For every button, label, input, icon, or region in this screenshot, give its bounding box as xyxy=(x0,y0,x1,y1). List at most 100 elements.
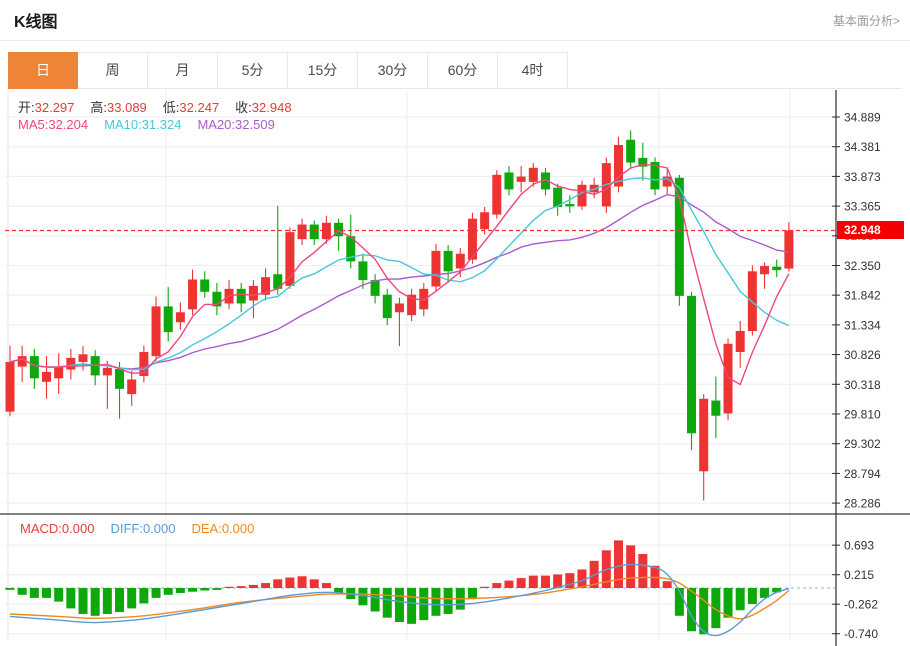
candle[interactable] xyxy=(358,261,367,280)
macd-hist-bar[interactable] xyxy=(748,588,757,604)
macd-hist-bar[interactable] xyxy=(663,581,672,588)
candle[interactable] xyxy=(748,271,757,331)
macd-hist-bar[interactable] xyxy=(79,588,88,614)
candle[interactable] xyxy=(164,306,173,332)
macd-hist-bar[interactable] xyxy=(139,588,148,603)
macd-hist-bar[interactable] xyxy=(310,579,319,588)
tab-month[interactable]: 月 xyxy=(148,52,218,89)
macd-hist-bar[interactable] xyxy=(504,581,513,588)
candle[interactable] xyxy=(188,279,197,309)
candle[interactable] xyxy=(127,379,136,394)
candle[interactable] xyxy=(504,172,513,189)
tab-30min[interactable]: 30分 xyxy=(358,52,428,89)
macd-hist-bar[interactable] xyxy=(444,588,453,614)
candle[interactable] xyxy=(626,140,635,163)
candle[interactable] xyxy=(699,399,708,472)
macd-hist-bar[interactable] xyxy=(492,583,501,588)
candle[interactable] xyxy=(152,306,161,356)
tab-4hour[interactable]: 4时 xyxy=(498,52,568,89)
candle[interactable] xyxy=(42,372,51,382)
candle[interactable] xyxy=(79,354,88,362)
macd-hist-bar[interactable] xyxy=(285,577,294,588)
candle[interactable] xyxy=(565,204,574,206)
candle[interactable] xyxy=(310,225,319,240)
macd-hist-bar[interactable] xyxy=(127,588,136,608)
low-value: 32.247 xyxy=(179,100,219,115)
candle[interactable] xyxy=(103,368,112,376)
macd-hist-bar[interactable] xyxy=(407,588,416,624)
candle[interactable] xyxy=(687,296,696,433)
macd-hist-bar[interactable] xyxy=(261,583,270,588)
macd-hist-bar[interactable] xyxy=(626,545,635,588)
macd-hist-bar[interactable] xyxy=(54,588,63,602)
macd-hist-bar[interactable] xyxy=(553,574,562,588)
macd-hist-bar[interactable] xyxy=(103,588,112,614)
candle[interactable] xyxy=(66,358,75,370)
candle[interactable] xyxy=(772,267,781,271)
candle[interactable] xyxy=(54,367,63,379)
macd-hist-bar[interactable] xyxy=(736,588,745,610)
candle[interactable] xyxy=(456,254,465,269)
candle[interactable] xyxy=(200,279,209,291)
macd-hist-bar[interactable] xyxy=(237,586,246,588)
candle[interactable] xyxy=(6,362,15,412)
macd-hist-bar[interactable] xyxy=(638,554,647,588)
candle[interactable] xyxy=(431,251,440,287)
tab-15min[interactable]: 15分 xyxy=(288,52,358,89)
candle[interactable] xyxy=(517,177,526,182)
macd-hist-bar[interactable] xyxy=(322,583,331,588)
ma10-value: 31.324 xyxy=(142,117,182,132)
candle[interactable] xyxy=(529,168,538,182)
macd-hist-bar[interactable] xyxy=(529,576,538,588)
candle[interactable] xyxy=(480,212,489,229)
candle[interactable] xyxy=(115,369,124,389)
tab-60min[interactable]: 60分 xyxy=(428,52,498,89)
macd-hist-bar[interactable] xyxy=(358,588,367,605)
macd-hist-bar[interactable] xyxy=(176,588,185,593)
macd-hist-bar[interactable] xyxy=(371,588,380,611)
macd-hist-bar[interactable] xyxy=(480,587,489,588)
macd-hist-bar[interactable] xyxy=(42,588,51,598)
candle[interactable] xyxy=(395,303,404,312)
macd-hist-bar[interactable] xyxy=(200,588,209,590)
macd-hist-bar[interactable] xyxy=(152,588,161,598)
candle[interactable] xyxy=(784,230,793,268)
macd-hist-bar[interactable] xyxy=(724,588,733,618)
macd-hist-bar[interactable] xyxy=(18,588,27,595)
macd-hist-bar[interactable] xyxy=(91,588,100,616)
candle[interactable] xyxy=(237,289,246,304)
candle[interactable] xyxy=(30,356,39,378)
macd-hist-bar[interactable] xyxy=(541,576,550,588)
y-axis-label: 34.889 xyxy=(844,111,881,125)
macd-hist-bar[interactable] xyxy=(273,579,282,588)
macd-hist-bar[interactable] xyxy=(431,588,440,616)
macd-hist-bar[interactable] xyxy=(164,588,173,595)
candle[interactable] xyxy=(711,401,720,416)
macd-hist-bar[interactable] xyxy=(517,578,526,588)
tab-day[interactable]: 日 xyxy=(8,52,78,89)
macd-hist-bar[interactable] xyxy=(66,588,75,608)
candle[interactable] xyxy=(176,312,185,322)
candle[interactable] xyxy=(249,286,258,301)
macd-hist-bar[interactable] xyxy=(188,588,197,592)
candle[interactable] xyxy=(444,251,453,271)
macd-hist-bar[interactable] xyxy=(395,588,404,622)
macd-hist-bar[interactable] xyxy=(249,585,258,588)
candle[interactable] xyxy=(298,225,307,240)
candle[interactable] xyxy=(736,331,745,352)
candle[interactable] xyxy=(383,295,392,318)
macd-hist-bar[interactable] xyxy=(212,588,221,590)
candle[interactable] xyxy=(577,185,586,207)
macd-hist-bar[interactable] xyxy=(30,588,39,598)
macd-hist-bar[interactable] xyxy=(6,588,15,590)
tab-5min[interactable]: 5分 xyxy=(218,52,288,89)
macd-hist-bar[interactable] xyxy=(225,587,234,588)
tab-week[interactable]: 周 xyxy=(78,52,148,89)
candle[interactable] xyxy=(492,175,501,215)
macd-hist-bar[interactable] xyxy=(468,588,477,599)
candle[interactable] xyxy=(760,266,769,274)
macd-hist-bar[interactable] xyxy=(383,588,392,618)
candle[interactable] xyxy=(675,178,684,296)
macd-hist-bar[interactable] xyxy=(298,576,307,588)
macd-hist-bar[interactable] xyxy=(115,588,124,612)
